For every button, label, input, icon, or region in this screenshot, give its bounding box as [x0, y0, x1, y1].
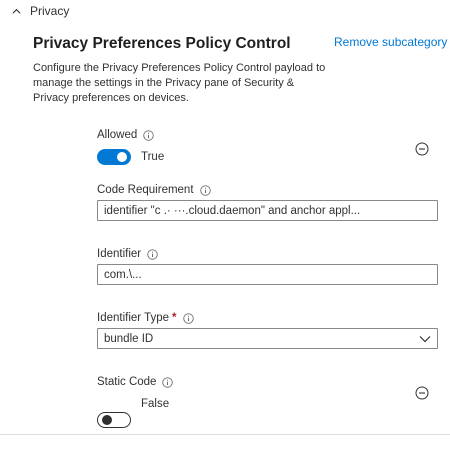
identifier-value: com.\...	[104, 268, 142, 281]
code-requirement-value: identifier "c .· ···.cloud.daemon" and a…	[104, 204, 361, 217]
identifier-label: Identifier	[97, 248, 142, 260]
info-icon[interactable]	[147, 248, 158, 260]
identifier-type-selected: bundle ID	[104, 332, 154, 345]
info-icon[interactable]	[162, 376, 174, 388]
static-code-label-row: Static Code	[97, 376, 174, 388]
remove-subcategory-link[interactable]: Remove subcategory	[334, 35, 447, 49]
remove-circle-icon[interactable]	[415, 142, 429, 156]
required-indicator: *	[172, 312, 177, 324]
allowed-label: Allowed	[97, 129, 138, 141]
identifier-type-dropdown[interactable]: bundle ID	[97, 328, 438, 349]
remove-circle-icon[interactable]	[415, 386, 429, 400]
chevron-up-icon	[12, 8, 21, 14]
identifier-label-row: Identifier	[97, 248, 158, 260]
info-icon[interactable]	[143, 129, 154, 141]
toggle-knob	[117, 152, 127, 162]
identifier-type-label-row: Identifier Type *	[97, 312, 194, 324]
code-requirement-label-row: Code Requirement	[97, 184, 211, 196]
code-requirement-input[interactable]: identifier "c .· ···.cloud.daemon" and a…	[97, 200, 438, 221]
allowed-toggle[interactable]	[97, 149, 131, 165]
static-code-toggle-state: False	[141, 398, 170, 410]
chevron-down-icon	[419, 335, 431, 342]
static-code-label: Static Code	[97, 376, 157, 388]
allowed-toggle-state: True	[141, 151, 165, 163]
identifier-input[interactable]: com.\...	[97, 264, 438, 285]
info-icon[interactable]	[182, 312, 194, 324]
static-code-toggle[interactable]	[97, 412, 131, 428]
allowed-label-row: Allowed	[97, 129, 154, 141]
privacy-section-header[interactable]: Privacy	[12, 4, 69, 18]
section-label: Privacy	[30, 4, 70, 18]
section-divider	[0, 434, 450, 435]
code-requirement-label: Code Requirement	[97, 184, 194, 196]
section-description: Configure the Privacy Preferences Policy…	[33, 62, 326, 104]
info-icon[interactable]	[199, 184, 211, 196]
identifier-type-label: Identifier Type	[97, 312, 170, 324]
toggle-knob	[102, 415, 112, 425]
page-title: Privacy Preferences Policy Control	[33, 35, 291, 52]
